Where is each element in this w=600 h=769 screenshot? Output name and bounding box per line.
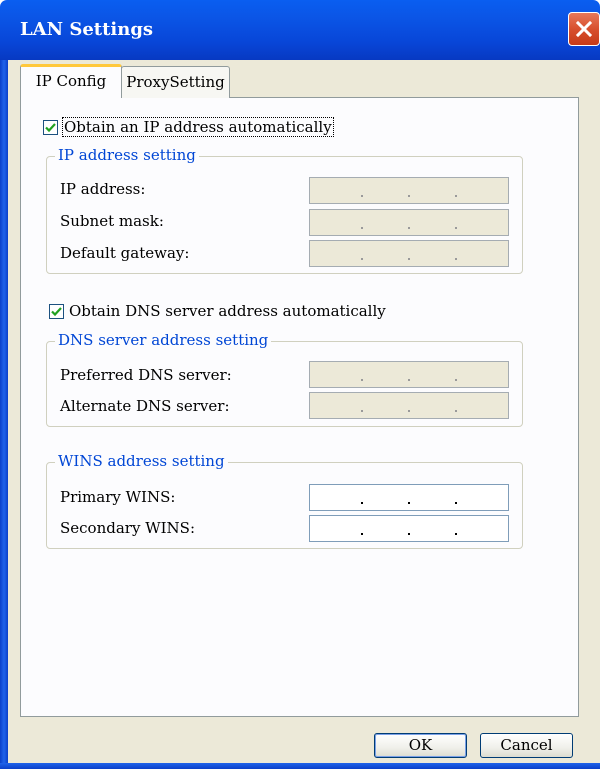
tab-label: ProxySetting [126, 73, 225, 91]
ip-separator [360, 195, 363, 197]
preferred-dns-label: Preferred DNS server: [60, 366, 232, 384]
ip-separator [360, 379, 363, 381]
ip-address-group-title: IP address setting [55, 146, 199, 164]
close-icon [575, 20, 593, 38]
subnet-mask-label: Subnet mask: [60, 212, 164, 230]
obtain-ip-auto-checkbox[interactable]: Obtain an IP address automatically [43, 117, 334, 137]
wins-address-group-title: WINS address setting [55, 452, 228, 470]
subnet-mask-field[interactable] [309, 209, 509, 236]
primary-wins-field[interactable] [309, 484, 509, 511]
window-frame-left [0, 60, 8, 769]
ip-separator [360, 533, 363, 535]
ip-separator [455, 379, 458, 381]
ip-separator [360, 227, 363, 229]
obtain-dns-auto-checkbox[interactable]: Obtain DNS server address automatically [49, 302, 386, 320]
obtain-dns-auto-label: Obtain DNS server address automatically [69, 302, 386, 320]
ip-separator [455, 258, 458, 260]
ip-separator [455, 502, 458, 504]
alternate-dns-label: Alternate DNS server: [60, 397, 230, 415]
alternate-dns-field[interactable] [309, 392, 509, 419]
ip-separator [407, 533, 410, 535]
tab-proxy-setting[interactable]: ProxySetting [121, 66, 230, 98]
ip-separator [407, 227, 410, 229]
window-title: LAN Settings [20, 19, 154, 40]
obtain-ip-auto-label: Obtain an IP address automatically [62, 117, 334, 137]
close-button[interactable] [568, 12, 600, 46]
checkmark-icon [51, 306, 62, 316]
ip-separator [360, 502, 363, 504]
ip-separator [407, 502, 410, 504]
window-frame-bottom [0, 763, 600, 769]
ip-address-field[interactable] [309, 177, 509, 204]
checkbox-box[interactable] [49, 303, 64, 319]
ip-separator [455, 227, 458, 229]
ip-separator [360, 258, 363, 260]
cancel-button[interactable]: Cancel [480, 733, 573, 758]
default-gateway-field[interactable] [309, 240, 509, 267]
ip-separator [407, 258, 410, 260]
secondary-wins-field[interactable] [309, 515, 509, 542]
ip-separator [407, 410, 410, 412]
title-bar[interactable]: LAN Settings [0, 0, 600, 60]
ip-separator [407, 379, 410, 381]
tab-ip-config[interactable]: IP Config [20, 64, 122, 98]
primary-wins-label: Primary WINS: [60, 488, 176, 506]
ip-address-label: IP address: [60, 180, 146, 198]
dns-server-group-title: DNS server address setting [55, 331, 272, 349]
preferred-dns-field[interactable] [309, 361, 509, 388]
tab-label: IP Config [35, 72, 107, 90]
ip-separator [455, 410, 458, 412]
checkmark-icon [45, 122, 56, 132]
default-gateway-label: Default gateway: [60, 244, 190, 262]
ip-separator [407, 195, 410, 197]
ip-separator [455, 533, 458, 535]
lan-settings-dialog: LAN Settings IP Config ProxySetting Obta… [0, 0, 600, 769]
secondary-wins-label: Secondary WINS: [60, 519, 195, 537]
ok-button[interactable]: OK [374, 733, 467, 758]
checkbox-box[interactable] [43, 119, 58, 135]
ip-separator [455, 195, 458, 197]
ip-separator [360, 410, 363, 412]
